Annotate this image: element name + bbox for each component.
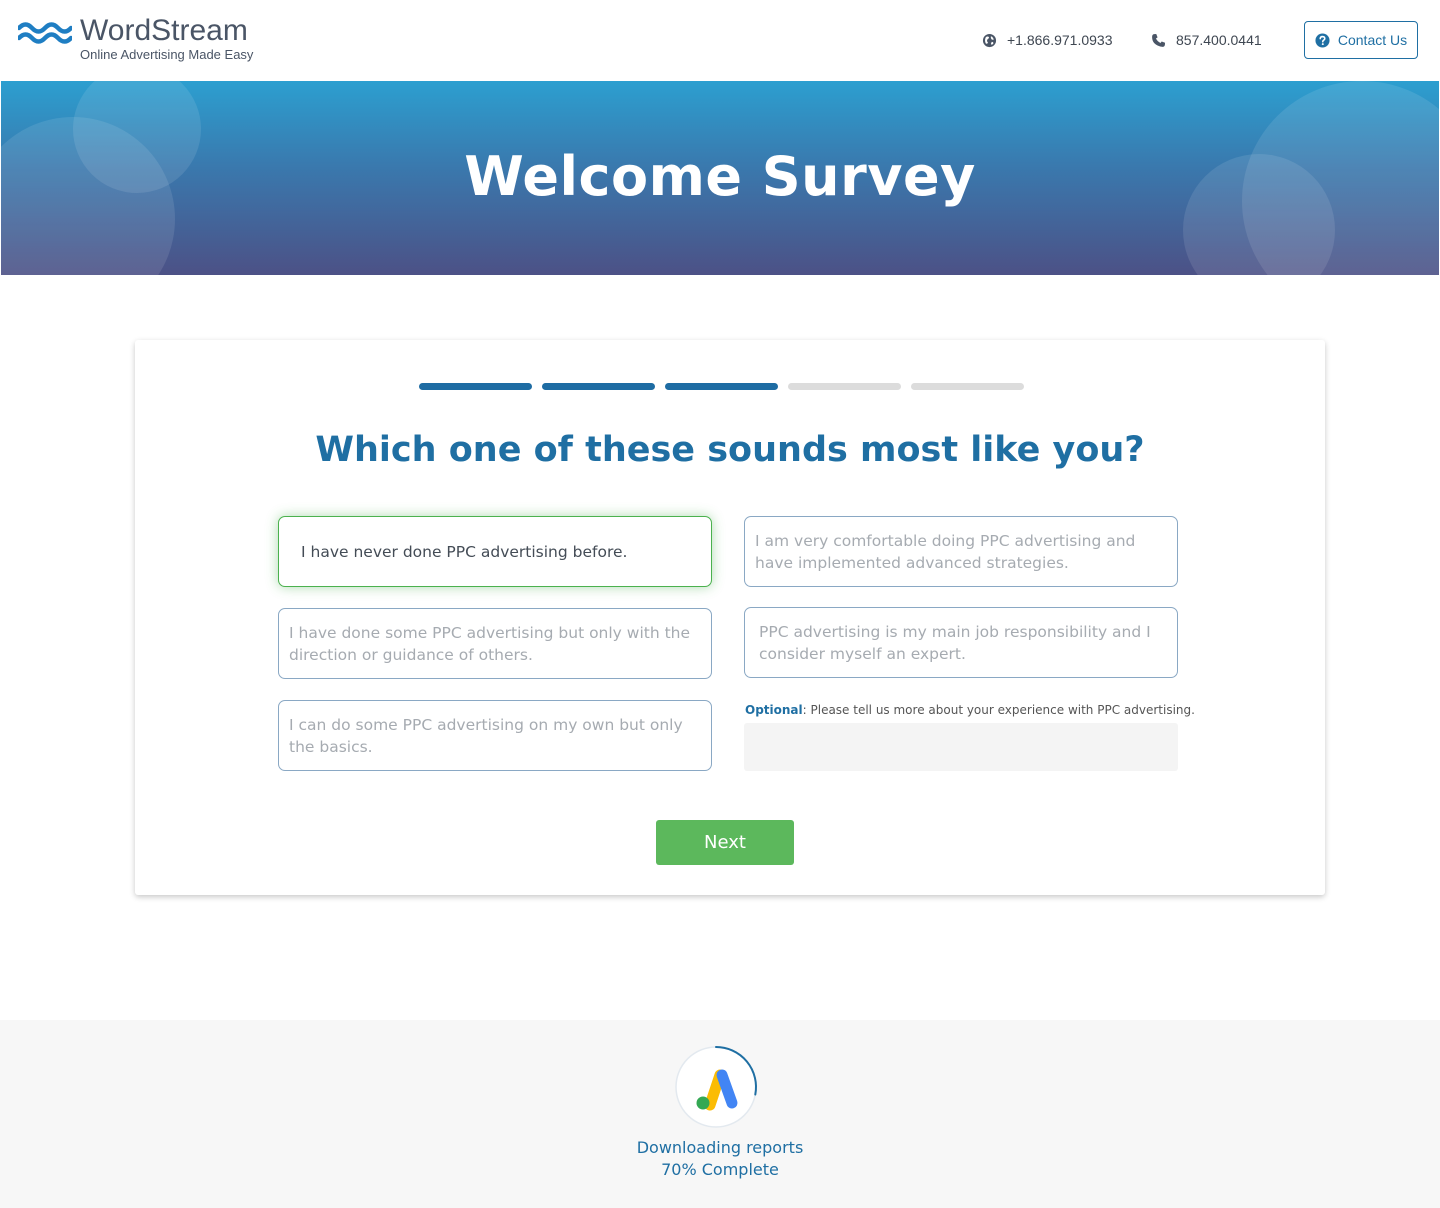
loading-progress-text: 70% Complete bbox=[661, 1160, 779, 1179]
option-advanced-ppc[interactable]: I am very comfortable doing PPC advertis… bbox=[744, 516, 1178, 587]
option-guided-ppc[interactable]: I have done some PPC advertising but onl… bbox=[278, 608, 712, 679]
loading-footer: Downloading reports 70% Complete bbox=[0, 1020, 1440, 1208]
phone-icon bbox=[1152, 33, 1166, 47]
logo-tagline: Online Advertising Made Easy bbox=[80, 47, 254, 62]
progress-step-3 bbox=[665, 383, 778, 390]
progress-step-1 bbox=[419, 383, 532, 390]
experience-details-input[interactable] bbox=[744, 723, 1178, 771]
phone-local-link[interactable]: 857.400.0441 bbox=[1151, 31, 1262, 49]
phone-intl-link[interactable]: +1.866.971.0933 bbox=[982, 31, 1113, 49]
site-header: WordStream Online Advertising Made Easy … bbox=[0, 0, 1440, 81]
optional-hint: : Please tell us more about your experie… bbox=[802, 703, 1195, 717]
option-never-done-ppc[interactable]: I have never done PPC advertising before… bbox=[278, 516, 712, 587]
page-title: Welcome Survey bbox=[464, 145, 976, 208]
survey-progress bbox=[419, 383, 1025, 391]
hero-banner: Welcome Survey bbox=[1, 81, 1439, 275]
question-circle-icon bbox=[1315, 32, 1330, 48]
waves-logo-icon bbox=[18, 22, 72, 44]
survey-card: Which one of these sounds most like you?… bbox=[135, 340, 1325, 895]
wordstream-logo[interactable]: WordStream Online Advertising Made Easy bbox=[18, 14, 278, 66]
phone-local-number: 857.400.0441 bbox=[1176, 32, 1262, 48]
google-ads-icon bbox=[675, 1046, 757, 1128]
contact-us-label: Contact Us bbox=[1337, 32, 1408, 48]
logo-wordmark: WordStream bbox=[80, 14, 248, 47]
optional-prefix: Optional bbox=[745, 703, 803, 717]
survey-question: Which one of these sounds most like you? bbox=[315, 430, 1145, 470]
option-expert-ppc[interactable]: PPC advertising is my main job responsib… bbox=[744, 607, 1178, 678]
progress-step-2 bbox=[542, 383, 655, 390]
loading-status: Downloading reports bbox=[636, 1138, 804, 1157]
contact-us-button[interactable]: Contact Us bbox=[1304, 21, 1418, 59]
optional-field-label: Optional: Please tell us more about your… bbox=[745, 702, 1195, 718]
phone-intl-number: +1.866.971.0933 bbox=[1007, 32, 1113, 48]
option-basic-ppc[interactable]: I can do some PPC advertising on my own … bbox=[278, 700, 712, 771]
globe-icon bbox=[982, 33, 997, 47]
next-button[interactable]: Next bbox=[656, 820, 794, 865]
progress-step-4 bbox=[788, 383, 901, 390]
progress-step-5 bbox=[911, 383, 1024, 390]
